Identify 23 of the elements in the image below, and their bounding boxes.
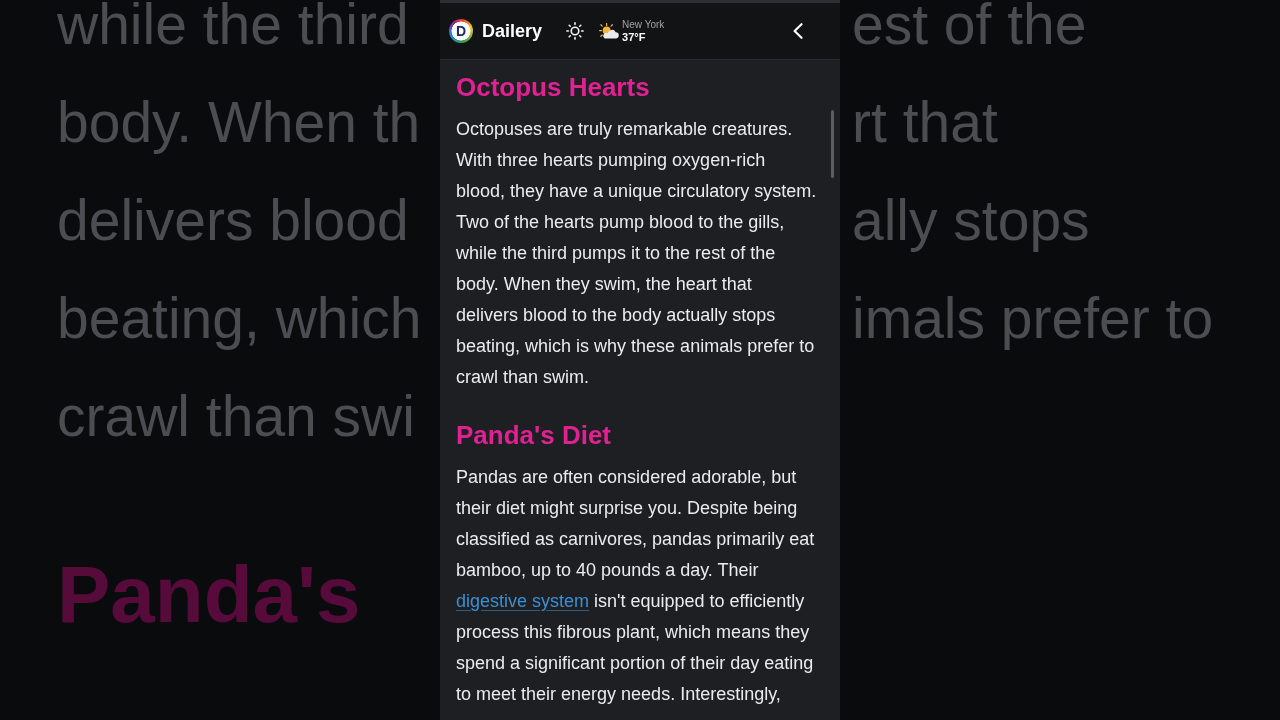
chevron-left-icon (793, 23, 803, 39)
sun-cloud-icon (599, 23, 620, 39)
article-title: Panda's Diet (456, 420, 611, 450)
weather-temperature: 37°F (622, 30, 646, 44)
sun-icon[interactable] (566, 22, 585, 40)
backdrop-heading: Panda's (57, 549, 361, 640)
article-title: Octopus Hearts (456, 72, 650, 102)
backdrop-text: while the third (57, 0, 409, 57)
backdrop-text: est of the (852, 0, 1087, 57)
article-link[interactable]: digestive system (456, 591, 590, 611)
app-logo: D (449, 19, 473, 43)
backdrop-text: rt that (852, 88, 998, 155)
weather-city: New York (622, 18, 665, 31)
scrollbar-thumb[interactable] (831, 110, 834, 178)
backdrop-text: imals prefer to (852, 284, 1214, 351)
backdrop-text: beating, which (57, 284, 422, 351)
article-paragraph: Octopuses are truly remarkable creatures. With three hearts pumping oxygen-rich blood, they have a unique circulatory system. Two of the hearts pump blood to the gills, while the third pumps it to the rest of the body. When they swim, the heart that delivers blood to the body actually stops beating, which is why these animals prefer to crawl than swim. (456, 118, 818, 389)
backdrop-text: delivers blood (57, 186, 409, 253)
backdrop-text: ally stops (852, 186, 1090, 253)
backdrop-text: body. When th (57, 88, 421, 155)
app-name: Dailery (482, 20, 543, 42)
article-paragraph: Pandas are often considered adorable, but their diet might surprise you. Despite being classified as carnivores, pandas primarily eat bamboo, up to 40 pounds a day. Their digestive system isn't equipped to efficiently process this fibrous plant, which means they spend a significant portion of their day eating to meet their energy needs. Interestingly, (456, 466, 816, 706)
backdrop-text: crawl than swi (57, 382, 415, 449)
